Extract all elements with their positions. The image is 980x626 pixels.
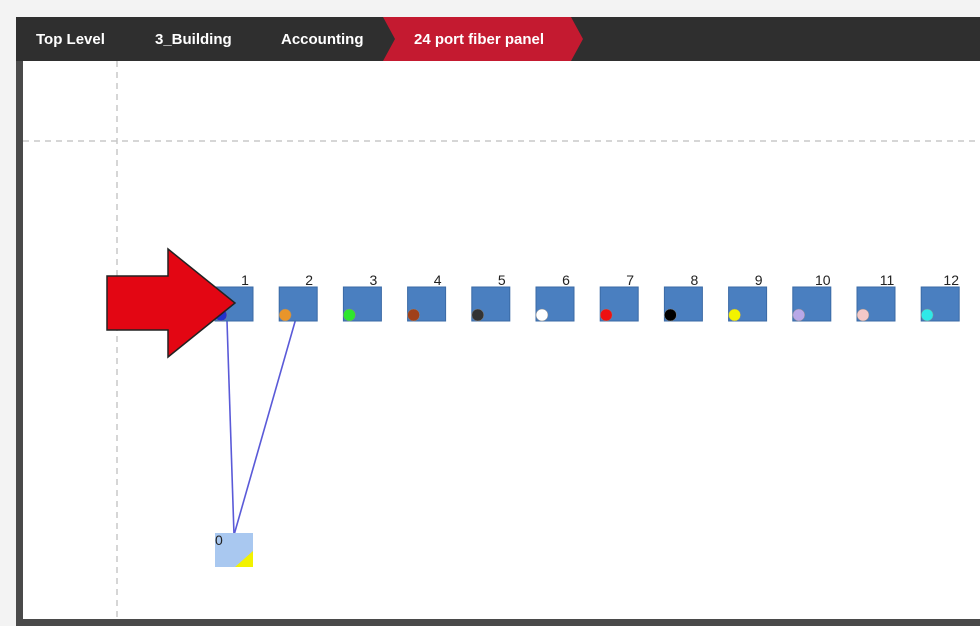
port-label: 11 [880, 272, 895, 288]
breadcrumb-top-level[interactable]: Top Level [36, 17, 105, 61]
port-label: 3 [370, 272, 378, 288]
diagram-svg: 1 2 3 4 5 6 7 8 9 10 11 12 0 [23, 61, 980, 619]
fiber-port-5[interactable]: 5 [471, 272, 511, 322]
fiber-port-3[interactable]: 3 [342, 272, 382, 322]
port-color-dot [728, 308, 741, 322]
port-color-dot [278, 308, 292, 322]
port-color-dot [920, 308, 934, 322]
fiber-port-6[interactable]: 6 [535, 272, 575, 322]
fiber-port-7[interactable]: 7 [599, 272, 639, 322]
port-label: 6 [562, 272, 570, 288]
pointer-arrow-icon [106, 247, 237, 359]
fiber-port-4[interactable]: 4 [407, 272, 447, 322]
device-node[interactable]: 0 [215, 532, 253, 567]
port-color-dot [407, 308, 420, 322]
breadcrumb-building[interactable]: 3_Building [155, 17, 232, 61]
port-color-dot [599, 308, 613, 322]
port-color-dot [792, 308, 806, 322]
diagram-canvas[interactable]: 1 2 3 4 5 6 7 8 9 10 11 12 0 [23, 61, 980, 619]
port-label: 8 [691, 272, 699, 288]
port-color-dot [664, 308, 677, 322]
fiber-port-2[interactable]: 2 [278, 272, 318, 322]
fiber-port-8[interactable]: 8 [663, 272, 703, 322]
port-color-dot [535, 308, 549, 322]
port-label: 9 [755, 272, 763, 288]
port-label: 5 [498, 272, 506, 288]
breadcrumb-accounting[interactable]: Accounting [281, 17, 364, 61]
breadcrumb-current-panel[interactable]: 24 port fiber panel [414, 17, 544, 61]
port-label: 7 [626, 272, 634, 288]
port-label: 12 [943, 272, 959, 288]
fiber-link-2[interactable] [233, 320, 296, 536]
port-label: 10 [815, 272, 831, 288]
fiber-port-12[interactable]: 12 [920, 272, 960, 322]
port-color-dot [856, 308, 870, 322]
panel-window: Top Level 3_Building Accounting 24 port … [16, 17, 980, 626]
fiber-port-10[interactable]: 10 [792, 272, 832, 322]
fiber-port-9[interactable]: 9 [728, 272, 768, 322]
port-color-dot [343, 308, 356, 322]
fiber-port-11[interactable]: 11 [856, 272, 896, 322]
device-label: 0 [215, 532, 223, 548]
breadcrumb: Top Level 3_Building Accounting 24 port … [16, 17, 980, 61]
port-label: 2 [305, 272, 313, 288]
port-label: 4 [434, 272, 442, 288]
port-color-dot [471, 308, 485, 322]
port-label: 1 [241, 272, 249, 288]
fiber-link-1[interactable] [226, 320, 235, 536]
